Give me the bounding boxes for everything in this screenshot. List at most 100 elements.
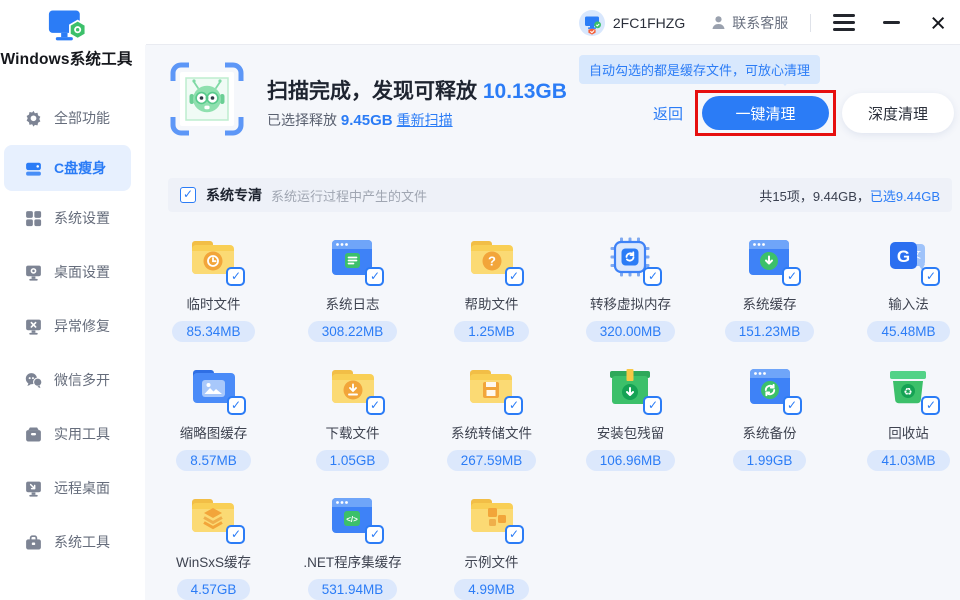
sidebar-item-desktop[interactable]: 桌面设置 [0, 245, 145, 299]
section-selected-size: 已选9.44GB [869, 188, 940, 204]
svg-text:G: G [897, 247, 910, 266]
user-account[interactable]: 2FC1FHZG [578, 9, 686, 36]
tooltip-caret [778, 78, 792, 86]
clean-item[interactable]: ✓ 下载文件 1.05GB [315, 354, 390, 483]
item-checkbox[interactable]: ✓ [643, 396, 663, 415]
window-list-icon: ✓ [326, 231, 385, 286]
item-checkbox[interactable]: ✓ [226, 267, 246, 286]
window-cloud-icon: ✓ [743, 231, 802, 286]
reclaimable-size: 10.13GB [482, 80, 567, 103]
clean-item[interactable]: ♻ ✓ 回收站 41.03MB [867, 354, 950, 483]
clean-item[interactable]: ✓ 临时文件 85.34MB [172, 225, 255, 354]
folder-down-icon: ✓ [327, 360, 385, 415]
back-link[interactable]: 返回 [653, 103, 683, 124]
clean-item-size: 41.03MB [867, 450, 950, 471]
section-description: 系统运行过程中产生的文件 [271, 188, 428, 204]
item-checkbox[interactable]: ✓ [365, 525, 385, 544]
desktop-icon [24, 263, 43, 282]
clean-item[interactable]: ✓ 安装包残留 106.96MB [585, 354, 676, 483]
section-checkbox[interactable]: ✓ [180, 187, 196, 203]
item-checkbox[interactable]: ✓ [921, 267, 941, 286]
clean-item-size: 4.99MB [454, 579, 529, 600]
sidebar-item-toolbox[interactable]: 系统工具 [0, 515, 145, 569]
clean-item[interactable]: ✓ 系统缓存 151.23MB [724, 225, 815, 354]
clean-item[interactable]: ✓ 系统转储文件 267.59MB [446, 354, 537, 483]
sidebar-item-label: 远程桌面 [54, 480, 110, 496]
sidebar-item-grid4[interactable]: 系统设置 [0, 191, 145, 245]
contact-support-button[interactable]: 联系客服 [711, 13, 788, 33]
utility-icon [24, 425, 43, 444]
item-checkbox[interactable]: ✓ [226, 396, 246, 415]
app-logo-icon [48, 10, 86, 41]
clean-item[interactable]: ✓ 转移虚拟内存 320.00MB [585, 225, 676, 354]
sidebar-item-drive[interactable]: C盘瘦身 [4, 145, 131, 191]
sidebar-item-gear[interactable]: 全部功能 [0, 91, 145, 145]
clean-item-label: 帮助文件 [464, 297, 519, 312]
clean-item[interactable]: ✓ WinSxS缓存 4.57GB [176, 483, 251, 600]
svg-text:?: ? [488, 254, 496, 269]
folder-floppy-icon: ✓ [465, 360, 524, 415]
chip-icon: ✓ [604, 231, 663, 286]
package-icon: ✓ [604, 360, 663, 415]
user-id: 2FC1FHZG [612, 14, 686, 31]
topbar-divider [810, 13, 812, 32]
svg-text:♻: ♻ [904, 387, 913, 398]
one-click-clean-button[interactable]: 一键清理 [702, 96, 829, 130]
action-buttons: 返回 一键清理 深度清理 [653, 90, 954, 136]
item-checkbox[interactable]: ✓ [782, 396, 802, 415]
ime-icon: 文G ✓ [882, 231, 941, 286]
clean-item-size: 151.23MB [724, 321, 815, 342]
window-sync-icon: ✓ [744, 360, 802, 415]
folder-blocks-icon: ✓ [466, 489, 524, 544]
sidebar-nav: 全部功能 C盘瘦身 系统设置 桌面设置 异常修复 微信多开 实用工具 远程桌面 … [0, 91, 145, 569]
clean-item-size: 1.25MB [454, 321, 529, 342]
item-checkbox[interactable]: ✓ [504, 267, 524, 286]
sidebar-item-remote[interactable]: 远程桌面 [0, 461, 145, 515]
item-checkbox[interactable]: ✓ [643, 267, 663, 286]
selected-size: 9.45GB [340, 112, 393, 129]
deep-clean-button[interactable]: 深度清理 [842, 93, 954, 133]
clean-item[interactable]: ? ✓ 帮助文件 1.25MB [454, 225, 529, 354]
window-code-icon: </> ✓ [326, 489, 385, 544]
item-checkbox[interactable]: ✓ [365, 267, 385, 286]
annotation-highlight-box: 一键清理 [695, 90, 836, 136]
item-checkbox[interactable]: ✓ [226, 525, 246, 544]
menu-button[interactable] [833, 14, 856, 31]
clean-item-size: 1.99GB [732, 450, 807, 471]
item-checkbox[interactable]: ✓ [365, 396, 385, 415]
clean-item[interactable]: ✓ 系统备份 1.99GB [732, 354, 807, 483]
folder-layers-icon: ✓ [187, 489, 246, 544]
rescan-link[interactable]: 重新扫描 [397, 112, 453, 128]
clean-item-size: 45.48MB [867, 321, 950, 342]
sidebar-item-label: 系统工具 [54, 534, 110, 550]
drive-icon [24, 159, 43, 178]
clean-item[interactable]: ✓ 缩略图缓存 8.57MB [176, 354, 251, 483]
grid4-icon [24, 209, 43, 228]
clean-item[interactable]: ✓ 示例文件 4.99MB [454, 483, 529, 600]
clean-item[interactable]: ✓ 系统日志 308.22MB [307, 225, 398, 354]
sidebar-item-wechat[interactable]: 微信多开 [0, 353, 145, 407]
sidebar-item-utility[interactable]: 实用工具 [0, 407, 145, 461]
clean-item[interactable]: </> ✓ .NET程序集缓存 531.94MB [303, 483, 402, 600]
clean-item[interactable]: 文G ✓ 输入法 45.48MB [867, 225, 950, 354]
clean-item-size: 320.00MB [585, 321, 676, 342]
clean-item-label: 转移虚拟内存 [589, 297, 671, 312]
clean-item-label: 下载文件 [325, 426, 380, 441]
clean-item-size: 531.94MB [307, 579, 398, 600]
sidebar-item-label: 桌面设置 [54, 264, 110, 280]
app-title: Windows系统工具 [0, 51, 133, 68]
clean-item-size: 85.34MB [172, 321, 255, 342]
item-checkbox[interactable]: ✓ [782, 267, 802, 286]
gear-icon [24, 109, 43, 128]
main-panel: 扫描完成，发现可释放 10.13GB 已选择释放 9.45GB 重新扫描 自动勾选… [145, 45, 960, 600]
section-header: ✓ 系统专清 系统运行过程中产生的文件 共15项，9.44GB，已选9.44GB [168, 178, 952, 212]
sidebar-item-repair[interactable]: 异常修复 [0, 299, 145, 353]
section-summary: 共15项，9.44GB，已选9.44GB [759, 188, 940, 204]
item-checkbox[interactable]: ✓ [504, 396, 524, 415]
sidebar-item-label: C盘瘦身 [54, 160, 107, 176]
clean-items-grid: ✓ 临时文件 85.34MB ✓ 系统日志 308.22MB ? ✓ 帮助文件 … [144, 225, 960, 600]
item-checkbox[interactable]: ✓ [921, 396, 941, 415]
close-button[interactable]: × [930, 9, 946, 36]
minimize-button[interactable] [883, 21, 901, 24]
item-checkbox[interactable]: ✓ [504, 525, 524, 544]
